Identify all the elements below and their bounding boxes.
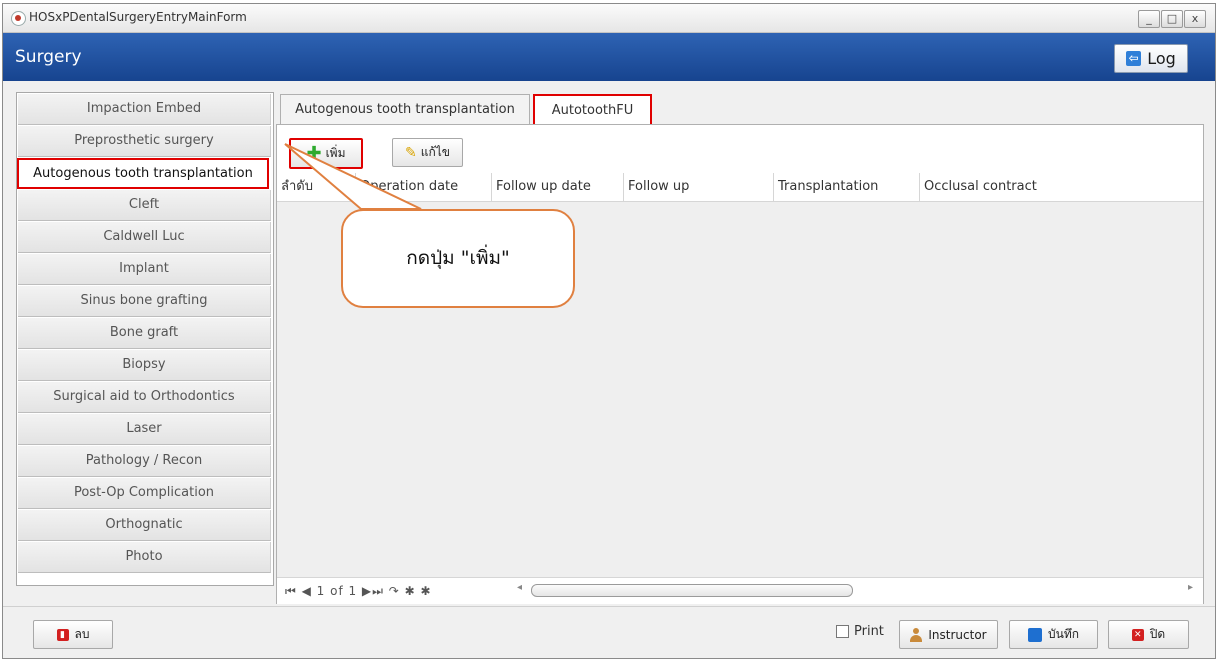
maximize-button[interactable]: □ <box>1161 10 1183 28</box>
instruction-callout: กดปุ่ม "เพิ่ม" <box>341 209 575 308</box>
exit-icon: ⇦ <box>1126 51 1142 66</box>
sidebar-item-orthognatic[interactable]: Orthognatic <box>18 510 271 541</box>
delete-button[interactable]: ▮ ลบ <box>33 620 113 649</box>
instructor-button-label: Instructor <box>928 627 987 642</box>
minimize-button[interactable]: _ <box>1138 10 1160 28</box>
tab-autogenous-tooth-transplantation[interactable]: Autogenous tooth transplantation <box>280 94 530 125</box>
sidebar-item-caldwell-luc[interactable]: Caldwell Luc <box>18 222 271 253</box>
sidebar-item-surgical-aid-to-orthodontics[interactable]: Surgical aid to Orthodontics <box>18 382 271 413</box>
delete-button-label: ลบ <box>74 627 90 641</box>
save-button-label: บันทึก <box>1048 627 1079 641</box>
scroll-left-icon[interactable]: ◂ <box>517 582 522 593</box>
sidebar-item-sinus-bone-grafting[interactable]: Sinus bone grafting <box>18 286 271 317</box>
sidebar-item-implant[interactable]: Implant <box>18 254 271 285</box>
edit-button[interactable]: ✎ แก้ไข <box>392 138 463 167</box>
column-header-order[interactable]: ลำดับ <box>277 173 355 201</box>
grid-navigator: ⏮ ◀ 1 of 1 ▶⏭ ↷ ✱ ✱ ◂ ▸ <box>277 577 1203 604</box>
sidebar-item-autogenous-tooth-transplantation[interactable]: Autogenous tooth transplantation <box>17 158 269 189</box>
sidebar-item-laser[interactable]: Laser <box>18 414 271 445</box>
sidebar-item-pathology-recon[interactable]: Pathology / Recon <box>18 446 271 477</box>
surgery-header: Surgery ⇦ Log <box>3 33 1215 81</box>
user-icon <box>910 627 923 642</box>
grid-toolbar: ✚ เพิ่ม ✎ แก้ไข <box>277 125 1203 174</box>
log-button-label: Log <box>1147 49 1176 68</box>
page-title: Surgery <box>15 47 82 67</box>
column-header-follow-up-date[interactable]: Follow up date <box>491 173 623 201</box>
scrollbar-thumb[interactable] <box>531 584 853 597</box>
sidebar-item-bone-graft[interactable]: Bone graft <box>18 318 271 349</box>
close-button-label: ปิด <box>1149 627 1166 641</box>
add-button-label: เพิ่ม <box>325 146 346 160</box>
column-header-follow-up[interactable]: Follow up <box>623 173 773 201</box>
main-window: HOSxPDentalSurgeryEntryMainForm _ □ x Su… <box>2 3 1216 659</box>
window-title: HOSxPDentalSurgeryEntryMainForm <box>29 10 247 24</box>
title-bar: HOSxPDentalSurgeryEntryMainForm _ □ x <box>3 4 1215 33</box>
print-label: Print <box>854 624 884 639</box>
sidebar-item-post-op-complication[interactable]: Post-Op Complication <box>18 478 271 509</box>
scroll-right-icon[interactable]: ▸ <box>1188 582 1193 593</box>
checkbox-box[interactable] <box>836 625 849 638</box>
record-navigator[interactable]: ⏮ ◀ 1 of 1 ▶⏭ ↷ ✱ ✱ <box>285 584 432 599</box>
sidebar-item-biopsy[interactable]: Biopsy <box>18 350 271 381</box>
tab-content-panel: ✚ เพิ่ม ✎ แก้ไข ลำดับ Operation date Fol… <box>276 124 1204 604</box>
tab-strip: Autogenous tooth transplantation Autotoo… <box>280 94 1202 128</box>
instructor-button[interactable]: Instructor <box>899 620 998 649</box>
form-footer: ▮ ลบ Print Instructor บันทึก ✕ ปิด <box>3 606 1215 658</box>
horizontal-scrollbar[interactable]: ◂ ▸ <box>517 582 1197 597</box>
surgery-type-sidebar: Impaction Embed Preprosthetic surgery Au… <box>16 92 274 586</box>
print-checkbox[interactable]: Print <box>836 624 884 639</box>
close-icon: ✕ <box>1131 628 1144 641</box>
sidebar-item-preprosthetic-surgery[interactable]: Preprosthetic surgery <box>18 126 271 157</box>
floppy-disk-icon <box>1028 627 1042 642</box>
log-button[interactable]: ⇦ Log <box>1114 44 1188 73</box>
pencil-icon: ✎ <box>405 144 417 161</box>
column-header-operation-date[interactable]: Operation date <box>355 173 491 201</box>
save-button[interactable]: บันทึก <box>1009 620 1098 649</box>
plus-icon: ✚ <box>306 142 322 164</box>
close-window-button[interactable]: x <box>1184 10 1206 28</box>
grid-header: ลำดับ Operation date Follow up date Foll… <box>277 173 1203 202</box>
column-header-transplantation[interactable]: Transplantation <box>773 173 919 201</box>
sidebar-item-cleft[interactable]: Cleft <box>18 190 271 221</box>
tab-autotoothfu[interactable]: AutotoothFU <box>533 94 652 128</box>
sidebar-item-photo[interactable]: Photo <box>18 542 271 573</box>
close-button[interactable]: ✕ ปิด <box>1108 620 1189 649</box>
column-header-occlusal-contract[interactable]: Occlusal contract <box>919 173 1203 201</box>
sidebar-item-impaction-embed[interactable]: Impaction Embed <box>18 94 271 125</box>
app-icon <box>11 11 26 26</box>
callout-text: กดปุ่ม "เพิ่ม" <box>406 247 510 269</box>
edit-button-label: แก้ไข <box>420 145 450 159</box>
trash-icon: ▮ <box>56 628 69 641</box>
add-button[interactable]: ✚ เพิ่ม <box>289 138 363 169</box>
